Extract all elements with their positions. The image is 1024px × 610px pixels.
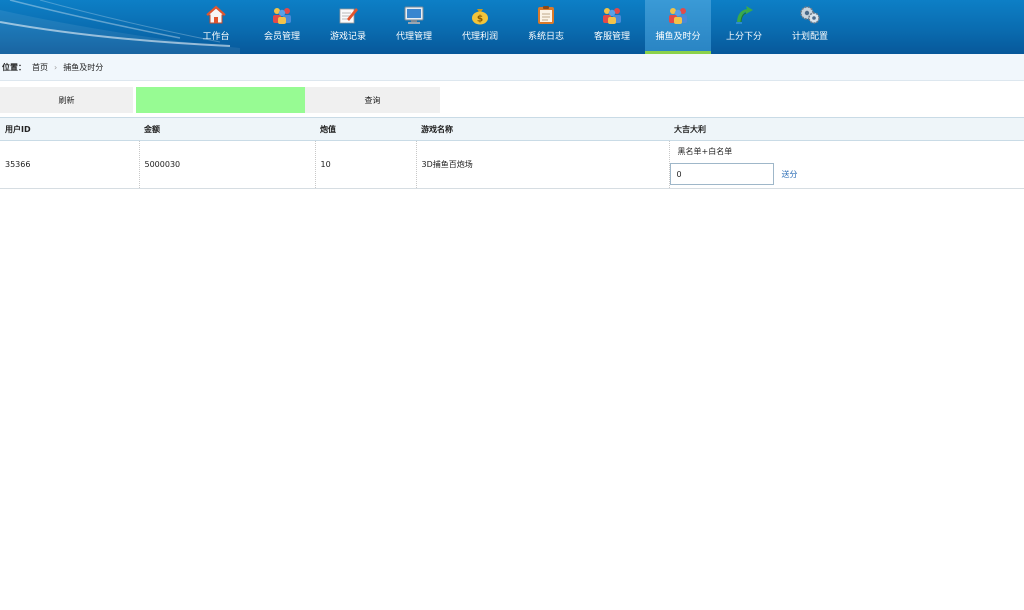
nav-item-agent-management[interactable]: 代理管理 [381, 0, 447, 54]
cell-game-name: 3D捕鱼百炮场 [416, 140, 670, 189]
breadcrumb-separator: › [54, 62, 58, 72]
nav-item-customer-service[interactable]: 客服管理 [579, 0, 645, 54]
table-row: 35366 5000030 10 3D捕鱼百炮场 黑名单+白名单 送分 [0, 140, 1024, 189]
header-user-id: 用户ID [0, 117, 139, 141]
cell-bonus: 黑名单+白名单 送分 [669, 140, 1024, 189]
bonus-amount-input[interactable] [669, 163, 774, 185]
header-amount: 金额 [139, 117, 315, 141]
transfer-icon [732, 4, 756, 26]
nav-label: 游戏记录 [329, 32, 366, 42]
nav-label: 会员管理 [263, 32, 300, 42]
clipboard-icon [534, 4, 558, 26]
query-button[interactable]: 查询 [305, 87, 440, 113]
header-bonus: 大吉大利 [669, 117, 1024, 141]
breadcrumb-prefix: 位置： [2, 62, 26, 72]
game-record-icon [336, 4, 360, 26]
breadcrumb-current: 捕鱼及时分 [63, 62, 104, 72]
table-header-row: 用户ID 金额 炮值 游戏名称 大吉大利 [0, 117, 1024, 141]
nav-label: 工作台 [202, 32, 230, 42]
nav-label: 上分下分 [725, 32, 762, 42]
home-icon [204, 4, 228, 26]
nav-item-plan-config[interactable]: 计划配置 [777, 0, 843, 54]
nav-item-points-transfer[interactable]: 上分下分 [711, 0, 777, 54]
nav-label: 客服管理 [593, 32, 630, 42]
gears-icon [798, 4, 822, 26]
top-header: 工作台 会员管理 游戏记录 代理管理 $ 代理利润 系统日志 客服管理 捕鱼及时… [0, 0, 1024, 54]
monitor-icon [402, 4, 426, 26]
service-icon [600, 4, 624, 26]
header-cannon-value: 炮值 [315, 117, 416, 141]
fishing-icon [666, 4, 690, 26]
nav-item-system-log[interactable]: 系统日志 [513, 0, 579, 54]
query-input[interactable] [136, 87, 305, 113]
members-icon [270, 4, 294, 26]
cell-user-id: 35366 [0, 140, 140, 189]
send-points-link[interactable]: 送分 [782, 169, 798, 180]
nav-item-fishing-realtime[interactable]: 捕鱼及时分 [645, 0, 711, 54]
cell-cannon-value: 10 [315, 140, 417, 189]
toolbar: 刷新 查询 [0, 87, 1024, 113]
refresh-button[interactable]: 刷新 [0, 87, 133, 113]
cell-amount: 5000030 [139, 140, 316, 189]
breadcrumb-home-link[interactable]: 首页 [32, 62, 48, 73]
nav-item-workbench[interactable]: 工作台 [183, 0, 249, 54]
header-game-name: 游戏名称 [416, 117, 669, 141]
svg-text:$: $ [477, 15, 483, 25]
nav-item-members[interactable]: 会员管理 [249, 0, 315, 54]
nav-label: 系统日志 [527, 32, 564, 42]
nav-label: 计划配置 [791, 32, 828, 42]
bonus-type-label: 黑名单+白名单 [677, 147, 733, 156]
nav-label: 代理管理 [395, 32, 432, 42]
money-bag-icon: $ [468, 4, 492, 26]
nav-item-game-records[interactable]: 游戏记录 [315, 0, 381, 54]
nav-item-agent-profit[interactable]: $ 代理利润 [447, 0, 513, 54]
nav-label: 代理利润 [461, 32, 498, 42]
nav-label: 捕鱼及时分 [655, 32, 701, 42]
bonus-input-row: 送分 [669, 163, 1024, 185]
fishing-data-table: 用户ID 金额 炮值 游戏名称 大吉大利 35366 5000030 10 3D… [0, 117, 1024, 189]
main-nav: 工作台 会员管理 游戏记录 代理管理 $ 代理利润 系统日志 客服管理 捕鱼及时… [183, 0, 843, 54]
breadcrumb: 位置： 首页 › 捕鱼及时分 [0, 54, 1024, 81]
